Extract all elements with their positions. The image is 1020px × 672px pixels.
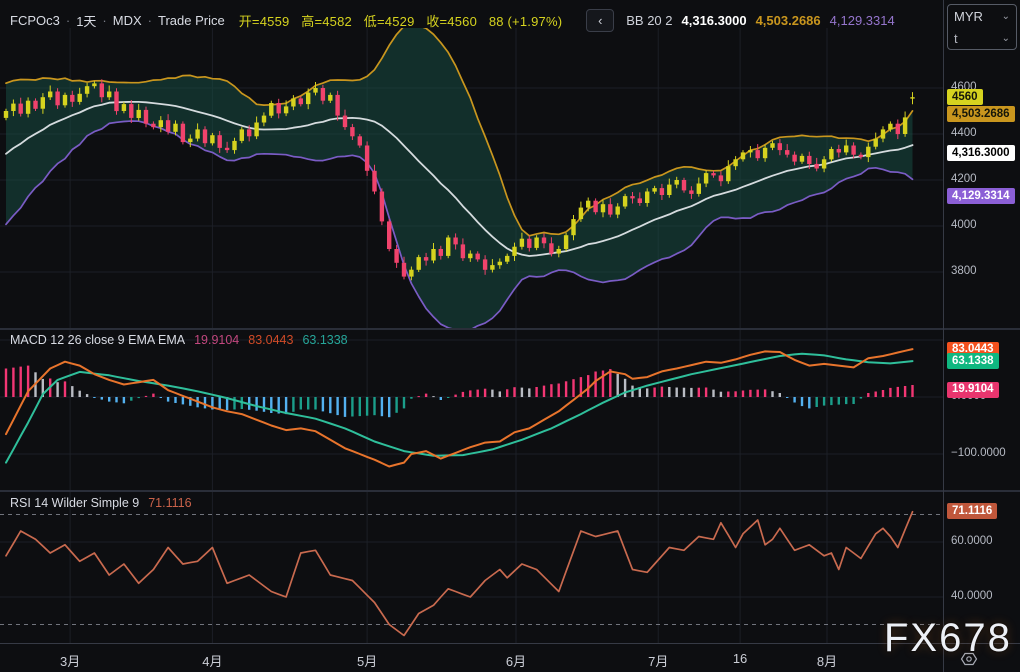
rsi-title: RSI 14 Wilder Simple 9	[10, 496, 139, 510]
collapse-legend-button[interactable]: ‹	[586, 9, 614, 32]
price-tick: 3800	[951, 265, 977, 277]
rsi-legend[interactable]: RSI 14 Wilder Simple 9 71.1116	[10, 496, 192, 510]
rsi-value: 71.1116	[148, 496, 191, 510]
bb-upper-value: 4,503.2686	[756, 13, 821, 28]
time-axis-label: 6月	[506, 651, 526, 670]
bb-title: BB 20 2	[626, 13, 672, 28]
chevron-left-icon: ‹	[598, 13, 602, 28]
price-tick: −100.0000	[951, 447, 1006, 459]
price-tick: 4200	[951, 173, 977, 185]
chevron-down-icon: ⌄	[1002, 11, 1010, 22]
hist-badge: 19.9104	[947, 382, 999, 398]
macd-legend[interactable]: MACD 12 26 close 9 EMA EMA 19.9104 83.04…	[10, 333, 348, 347]
ohlc-low: 低=4529	[364, 14, 415, 29]
time-axis-label: 5月	[357, 651, 377, 670]
price-tick: 40.0000	[951, 590, 993, 602]
rsi-canvas	[0, 492, 943, 643]
macd-panel[interactable]	[0, 330, 943, 490]
bb-basis-value: 4,316.3000	[682, 13, 747, 28]
price-tick: 4000	[951, 219, 977, 231]
ohlc-change: 88 (+1.97%)	[489, 14, 562, 29]
macd-line-value: 83.0443	[248, 333, 293, 347]
main-chart-canvas	[0, 28, 943, 328]
exchange-label[interactable]: MDX	[113, 13, 142, 28]
macd-signal-line	[6, 354, 913, 463]
hexagon-settings-icon	[960, 650, 978, 668]
series-type-label: Trade Price	[158, 13, 225, 28]
main-legend: FCPOc3 · 1天 · MDX · Trade Price 开=4559 高…	[10, 9, 895, 32]
time-axis-label: 8月	[817, 651, 837, 670]
chevron-down-icon: ⌄	[1002, 33, 1010, 44]
price-axis[interactable]: 4600440042004000380045604,503.26864,316.…	[944, 0, 1020, 672]
macd-hist-value: 19.9104	[194, 333, 239, 347]
time-axis-separator	[0, 643, 1020, 644]
bb-legend[interactable]: BB 20 2 4,316.3000 4,503.2686 4,129.3314	[626, 13, 895, 28]
legend-separator: ·	[102, 13, 106, 28]
bb-lower-value: 4,129.3314	[830, 13, 895, 28]
time-axis-label: 4月	[202, 651, 222, 670]
ohlc-open: 开=4559	[239, 14, 290, 29]
symbol-name[interactable]: FCPOc3	[10, 13, 60, 28]
unit-dropdown[interactable]: t ⌄	[948, 27, 1016, 49]
bb-basis-badge: 4,316.3000	[947, 145, 1015, 161]
legend-separator: ·	[148, 13, 152, 28]
time-axis-label: 3月	[60, 651, 80, 670]
legend-separator: ·	[66, 13, 70, 28]
price-tick: 60.0000	[951, 535, 993, 547]
currency-value: MYR	[954, 9, 983, 24]
unit-value: t	[954, 31, 958, 46]
chart-window: FCPOc3 · 1天 · MDX · Trade Price 开=4559 高…	[0, 0, 1020, 672]
signal-badge: 63.1338	[947, 353, 999, 369]
time-axis-label: 7月	[648, 651, 668, 670]
ohlc-high: 高=4582	[301, 14, 352, 29]
rsi-line	[6, 512, 913, 636]
rsi-panel[interactable]	[0, 492, 943, 643]
ohlc-close: 收=4560	[426, 14, 477, 29]
macd-histogram	[5, 366, 914, 418]
main-chart-panel[interactable]	[0, 28, 943, 328]
bb-lower-badge: 4,129.3314	[947, 188, 1015, 204]
interval-label[interactable]: 1天	[76, 11, 96, 30]
bb-upper-badge: 4,503.2686	[947, 106, 1015, 122]
time-axis[interactable]: 3月 4月 5月 6月 7月 16 8月	[0, 645, 1020, 672]
macd-line	[6, 349, 913, 466]
ohlc-readout: 开=4559 高=4582 低=4529 收=4560 88 (+1.97%)	[239, 11, 571, 30]
currency-unit-selector: MYR ⌄ t ⌄	[947, 4, 1017, 50]
macd-signal-value: 63.1338	[302, 333, 347, 347]
last-price-badge: 4560	[947, 89, 983, 105]
macd-title: MACD 12 26 close 9 EMA EMA	[10, 333, 185, 347]
macd-canvas	[0, 330, 943, 490]
time-axis-label: 16	[733, 651, 747, 666]
price-tick: 4400	[951, 127, 977, 139]
time-axis-settings-button[interactable]	[960, 650, 978, 668]
rsi-badge: 71.1116	[947, 503, 997, 519]
currency-dropdown[interactable]: MYR ⌄	[948, 5, 1016, 27]
